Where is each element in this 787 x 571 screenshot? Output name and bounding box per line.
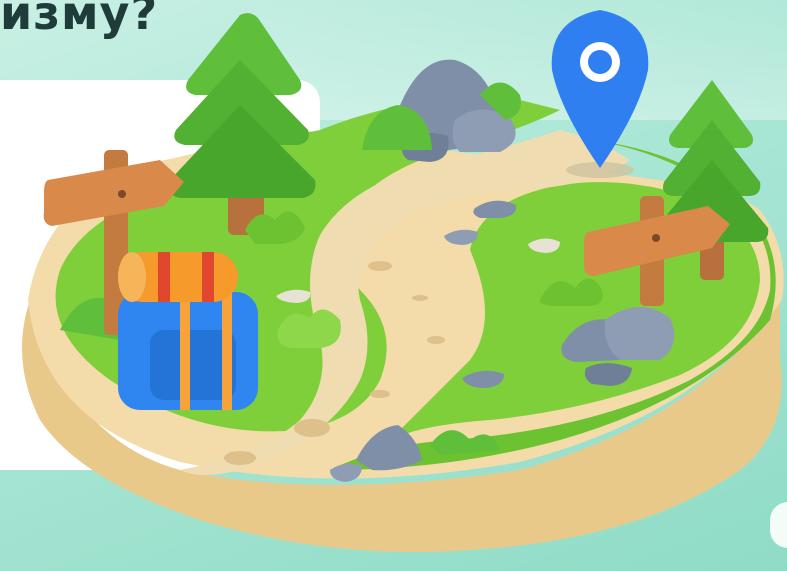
- backpack-icon: [118, 252, 258, 410]
- trail-illustration: [22, 10, 784, 552]
